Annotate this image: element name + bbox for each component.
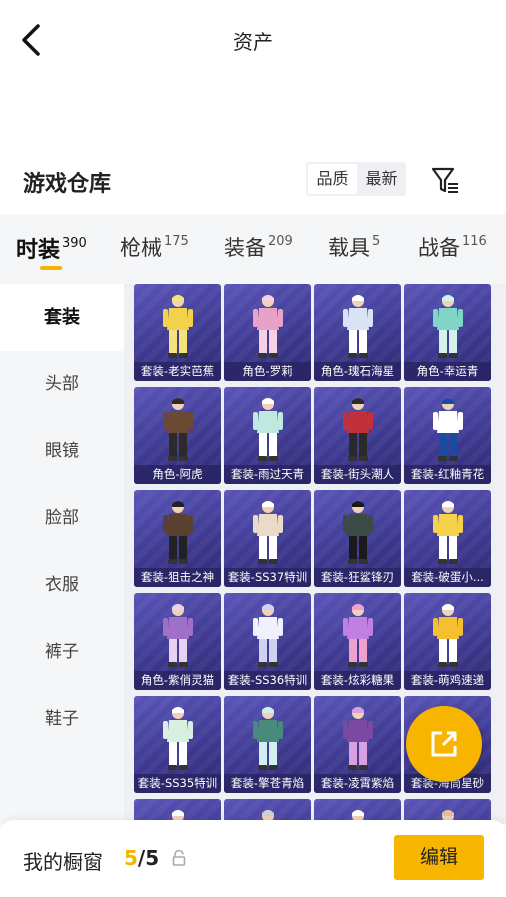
character-figure-icon — [162, 604, 193, 667]
item-card[interactable]: 套装-凌霄紫焰 — [314, 696, 401, 793]
sidebar-item-glasses[interactable]: 眼镜 — [0, 418, 124, 485]
category-tabs: 时装 390 枪械 175 装备 209 载具 5 战备 116 — [0, 214, 506, 284]
item-card[interactable]: 套装-炫彩糖果 — [314, 593, 401, 690]
character-figure-icon — [162, 707, 193, 770]
item-card[interactable]: 套装-破蛋小... — [404, 490, 491, 587]
item-card[interactable]: 套装-街头潮人 — [314, 387, 401, 484]
sort-option-quality[interactable]: 品质 — [308, 164, 357, 194]
tab-label: 枪械 — [120, 236, 162, 260]
item-card[interactable]: 角色-紫俏灵猫 — [134, 593, 221, 690]
showcase-label: 我的橱窗 — [23, 850, 103, 874]
character-figure-icon — [342, 707, 373, 770]
item-card[interactable]: 套装-老实芭蕉 — [134, 284, 221, 381]
item-card-label: 套装-SS37特训 — [224, 568, 311, 587]
tab-supplies[interactable]: 战备 116 — [418, 232, 487, 262]
tab-guns[interactable]: 枪械 175 — [120, 232, 189, 262]
character-figure-icon — [252, 501, 283, 564]
item-card[interactable]: 角色-瑰石海星 — [314, 284, 401, 381]
sidebar-item-shoes[interactable]: 鞋子 — [0, 686, 124, 753]
item-card[interactable]: 套装-红釉青花 — [404, 387, 491, 484]
tab-label: 装备 — [224, 236, 266, 260]
character-figure-icon — [252, 295, 283, 358]
item-card-label: 套装-SS36特训 — [224, 671, 311, 690]
character-figure-icon — [162, 501, 193, 564]
external-link-icon — [431, 731, 457, 757]
edit-button[interactable]: 编辑 — [394, 835, 484, 880]
section-title: 游戏仓库 — [23, 172, 112, 197]
top-header: 资产 — [0, 0, 506, 80]
character-figure-icon — [342, 398, 373, 461]
item-card-label: 角色-罗莉 — [224, 362, 311, 381]
item-card[interactable]: 套装-雨过天青 — [224, 387, 311, 484]
tab-vehicles[interactable]: 载具 5 — [328, 232, 380, 262]
sidebar-item-pants[interactable]: 裤子 — [0, 619, 124, 686]
item-card-label: 套装-炫彩糖果 — [314, 671, 401, 690]
item-card-label: 套装-红釉青花 — [404, 465, 491, 484]
item-card[interactable]: 套装-萌鸡速递 — [404, 593, 491, 690]
character-figure-icon — [432, 398, 463, 461]
item-card[interactable]: 套装-擎苍青焰 — [224, 696, 311, 793]
item-card-label: 套装-凌霄紫焰 — [314, 774, 401, 793]
showcase-bar: 我的橱窗 5/5 编辑 — [0, 820, 506, 897]
tab-active-indicator — [40, 266, 62, 270]
sort-toggle: 品质 最新 — [306, 162, 406, 196]
tab-count: 116 — [462, 234, 487, 249]
item-card-label: 角色-紫俏灵猫 — [134, 671, 221, 690]
item-card[interactable]: 角色-罗莉 — [224, 284, 311, 381]
character-figure-icon — [432, 295, 463, 358]
item-card[interactable]: 角色-阿虎 — [134, 387, 221, 484]
sidebar-item-clothes[interactable]: 衣服 — [0, 552, 124, 619]
tab-count: 175 — [164, 234, 189, 249]
item-card-label: 套装-狙击之神 — [134, 568, 221, 587]
item-card[interactable]: 角色-幸运青 — [404, 284, 491, 381]
filter-icon[interactable] — [430, 164, 462, 196]
character-figure-icon — [342, 295, 373, 358]
item-card[interactable]: 套装-狂鲨锋刃 — [314, 490, 401, 587]
tab-fashion[interactable]: 时装 390 — [16, 232, 87, 264]
character-figure-icon — [252, 604, 283, 667]
item-card[interactable]: 套装-SS36特训 — [224, 593, 311, 690]
item-card-label: 套装-老实芭蕉 — [134, 362, 221, 381]
tab-label: 时装 — [16, 238, 61, 263]
tab-count: 5 — [372, 234, 381, 249]
item-card-label: 套装-雨过天青 — [224, 465, 311, 484]
sort-option-newest[interactable]: 最新 — [357, 164, 406, 194]
showcase-total: /5 — [137, 846, 160, 870]
item-card[interactable]: 套装-SS35特训 — [134, 696, 221, 793]
item-card-label: 套装-SS35特训 — [134, 774, 221, 793]
character-figure-icon — [162, 398, 193, 461]
lock-icon — [172, 850, 186, 866]
character-figure-icon — [342, 604, 373, 667]
section-header: 游戏仓库 品质 最新 — [0, 160, 506, 204]
showcase-count: 5/5 — [124, 846, 159, 870]
character-figure-icon — [252, 398, 283, 461]
item-card-label: 角色-瑰石海星 — [314, 362, 401, 381]
tab-equipment[interactable]: 装备 209 — [224, 232, 293, 262]
item-card[interactable]: 套装-狙击之神 — [134, 490, 221, 587]
character-figure-icon — [162, 295, 193, 358]
page-title: 资产 — [233, 30, 273, 54]
showcase-current: 5 — [124, 846, 138, 870]
tab-count: 209 — [268, 234, 293, 249]
character-figure-icon — [342, 501, 373, 564]
share-fab[interactable] — [406, 706, 482, 782]
item-card-label: 套装-狂鲨锋刃 — [314, 568, 401, 587]
item-card-label: 套装-擎苍青焰 — [224, 774, 311, 793]
tab-label: 载具 — [328, 236, 370, 260]
tab-count: 390 — [62, 236, 87, 251]
item-card-label: 套装-破蛋小... — [404, 568, 491, 587]
sidebar-item-head[interactable]: 头部 — [0, 351, 124, 418]
sidebar-item-face[interactable]: 脸部 — [0, 485, 124, 552]
character-figure-icon — [432, 604, 463, 667]
subcategory-sidebar: 套装 头部 眼镜 脸部 衣服 裤子 鞋子 — [0, 284, 124, 824]
item-card-label: 套装-街头潮人 — [314, 465, 401, 484]
sidebar-item-outfit[interactable]: 套装 — [0, 284, 124, 351]
item-card[interactable]: 套装-SS37特训 — [224, 490, 311, 587]
character-figure-icon — [432, 501, 463, 564]
item-card-label: 角色-阿虎 — [134, 465, 221, 484]
tab-label: 战备 — [418, 236, 460, 260]
character-figure-icon — [252, 707, 283, 770]
item-card-label: 套装-萌鸡速递 — [404, 671, 491, 690]
item-card-label: 角色-幸运青 — [404, 362, 491, 381]
